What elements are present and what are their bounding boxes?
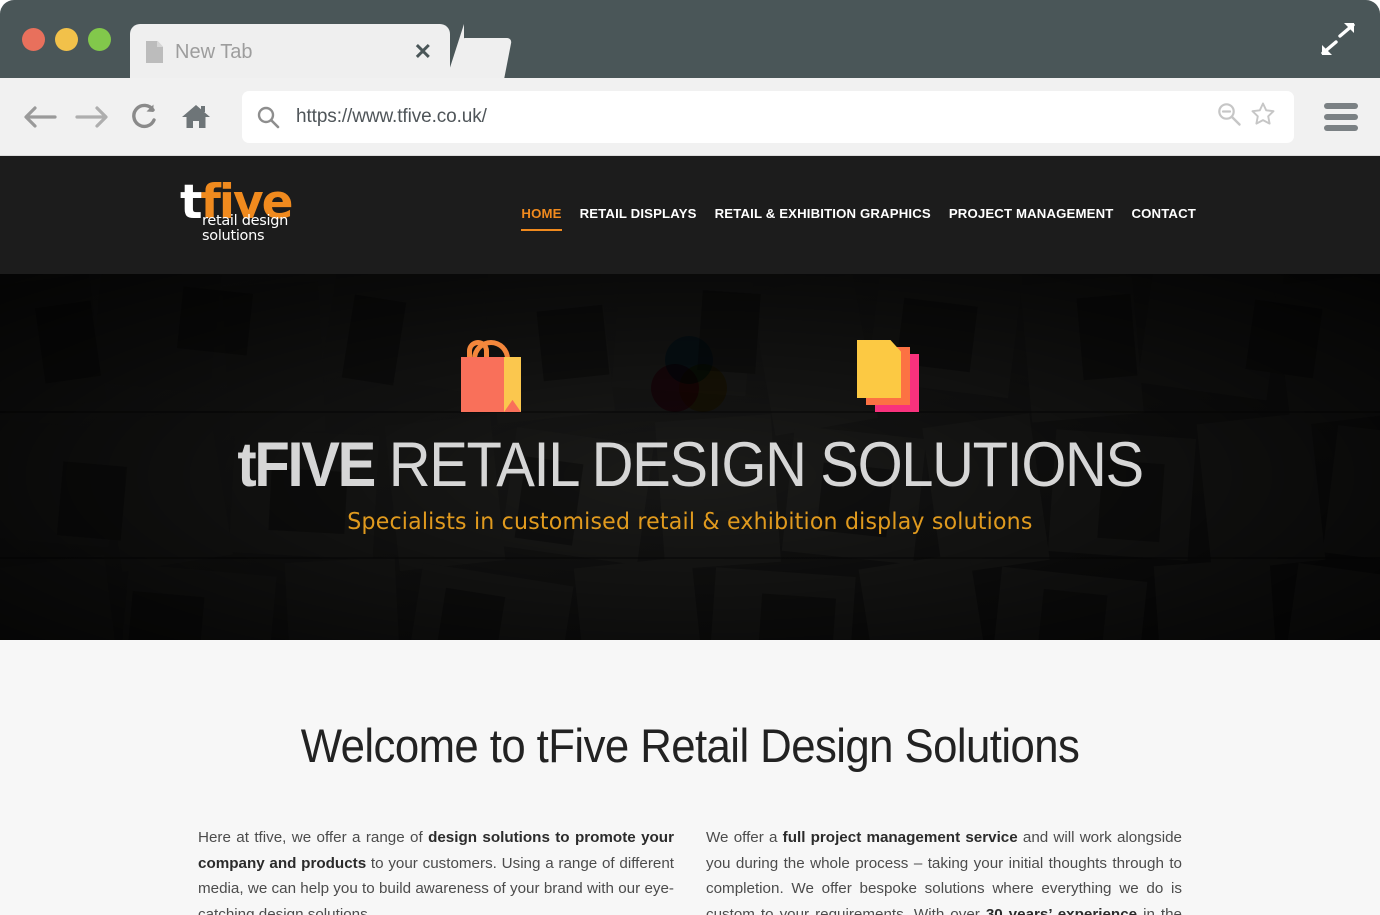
- nav-item-retail-displays[interactable]: RETAIL DISPLAYS: [580, 206, 697, 229]
- browser-tab[interactable]: New Tab ✕: [130, 24, 464, 78]
- zoom-out-icon[interactable]: [1216, 101, 1242, 132]
- shopping-bag-icon: [461, 340, 521, 412]
- hamburger-menu-icon[interactable]: [1324, 102, 1358, 131]
- left-text-1: Here at tfive, we offer a range of: [198, 829, 429, 846]
- browser-tab-bar: New Tab ✕: [0, 0, 1380, 78]
- url-actions: [1216, 101, 1276, 132]
- search-icon: [256, 105, 280, 129]
- hero-title: tFIVE RETAIL DESIGN SOLUTIONS: [237, 434, 1144, 497]
- page-title: Welcome to tFive Retail Design Solutions: [300, 719, 1080, 772]
- intro-paragraph-right: We offer a full project management servi…: [706, 825, 1182, 915]
- tab-title: New Tab: [175, 40, 253, 63]
- main-content: Welcome to tFive Retail Design Solutions…: [0, 640, 1380, 915]
- page-icon: [146, 41, 163, 63]
- logo-letter-t: t: [180, 175, 203, 230]
- site-logo[interactable]: tfive retail design solutions: [180, 179, 300, 244]
- nav-item-contact[interactable]: CONTACT: [1131, 206, 1196, 229]
- logo-tagline-line1: retail design: [202, 212, 289, 229]
- hero-subtitle: Specialists in customised retail & exhib…: [347, 509, 1033, 535]
- content-columns: Here at tfive, we offer a range of desig…: [198, 825, 1182, 915]
- new-tab-button[interactable]: [451, 38, 513, 78]
- hero-content: tFIVE RETAIL DESIGN SOLUTIONS Specialist…: [0, 274, 1380, 640]
- star-icon[interactable]: [1250, 101, 1276, 132]
- forward-button[interactable]: [74, 99, 110, 135]
- hero-title-brand: tFIVE: [237, 430, 376, 500]
- logo-tagline-line2: solutions: [202, 227, 265, 244]
- close-window-button[interactable]: [22, 28, 45, 51]
- site-header: tfive retail design solutions HOME RETAI…: [0, 156, 1380, 274]
- right-text-1: We offer a: [706, 829, 783, 846]
- right-bold-2: 30 years’ experience: [985, 905, 1138, 915]
- maximize-window-button[interactable]: [88, 28, 111, 51]
- url-input[interactable]: https://www.tfive.co.uk/: [296, 106, 1216, 128]
- hero-title-rest: RETAIL DESIGN SOLUTIONS: [373, 430, 1144, 500]
- home-button[interactable]: [178, 99, 214, 135]
- minimize-window-button[interactable]: [55, 28, 78, 51]
- window-controls: [22, 28, 111, 51]
- close-tab-button[interactable]: ✕: [414, 41, 434, 63]
- nav-item-project-management[interactable]: PROJECT MANAGEMENT: [949, 206, 1114, 229]
- nav-item-retail-exhibition-graphics[interactable]: RETAIL & EXHIBITION GRAPHICS: [715, 206, 931, 229]
- browser-toolbar: https://www.tfive.co.uk/: [0, 78, 1380, 156]
- url-bar[interactable]: https://www.tfive.co.uk/: [242, 90, 1294, 143]
- site-navigation: HOME RETAIL DISPLAYS RETAIL & EXHIBITION…: [521, 206, 1196, 231]
- page-stack-icon: [857, 340, 919, 412]
- navigation-buttons: [22, 99, 214, 135]
- hero-icon-row: [461, 336, 919, 412]
- expand-arrows-icon[interactable]: [1320, 22, 1356, 56]
- back-button[interactable]: [22, 99, 58, 135]
- reload-button[interactable]: [126, 99, 162, 135]
- browser-window: New Tab ✕ https://www.tfive.co.uk/ tfive…: [0, 0, 1380, 915]
- cmyk-circles-icon: [651, 336, 727, 412]
- hero-banner: tFIVE RETAIL DESIGN SOLUTIONS Specialist…: [0, 274, 1380, 640]
- right-bold-1: full project management service: [782, 829, 1018, 846]
- nav-item-home[interactable]: HOME: [521, 206, 562, 231]
- intro-paragraph-left: Here at tfive, we offer a range of desig…: [198, 825, 674, 915]
